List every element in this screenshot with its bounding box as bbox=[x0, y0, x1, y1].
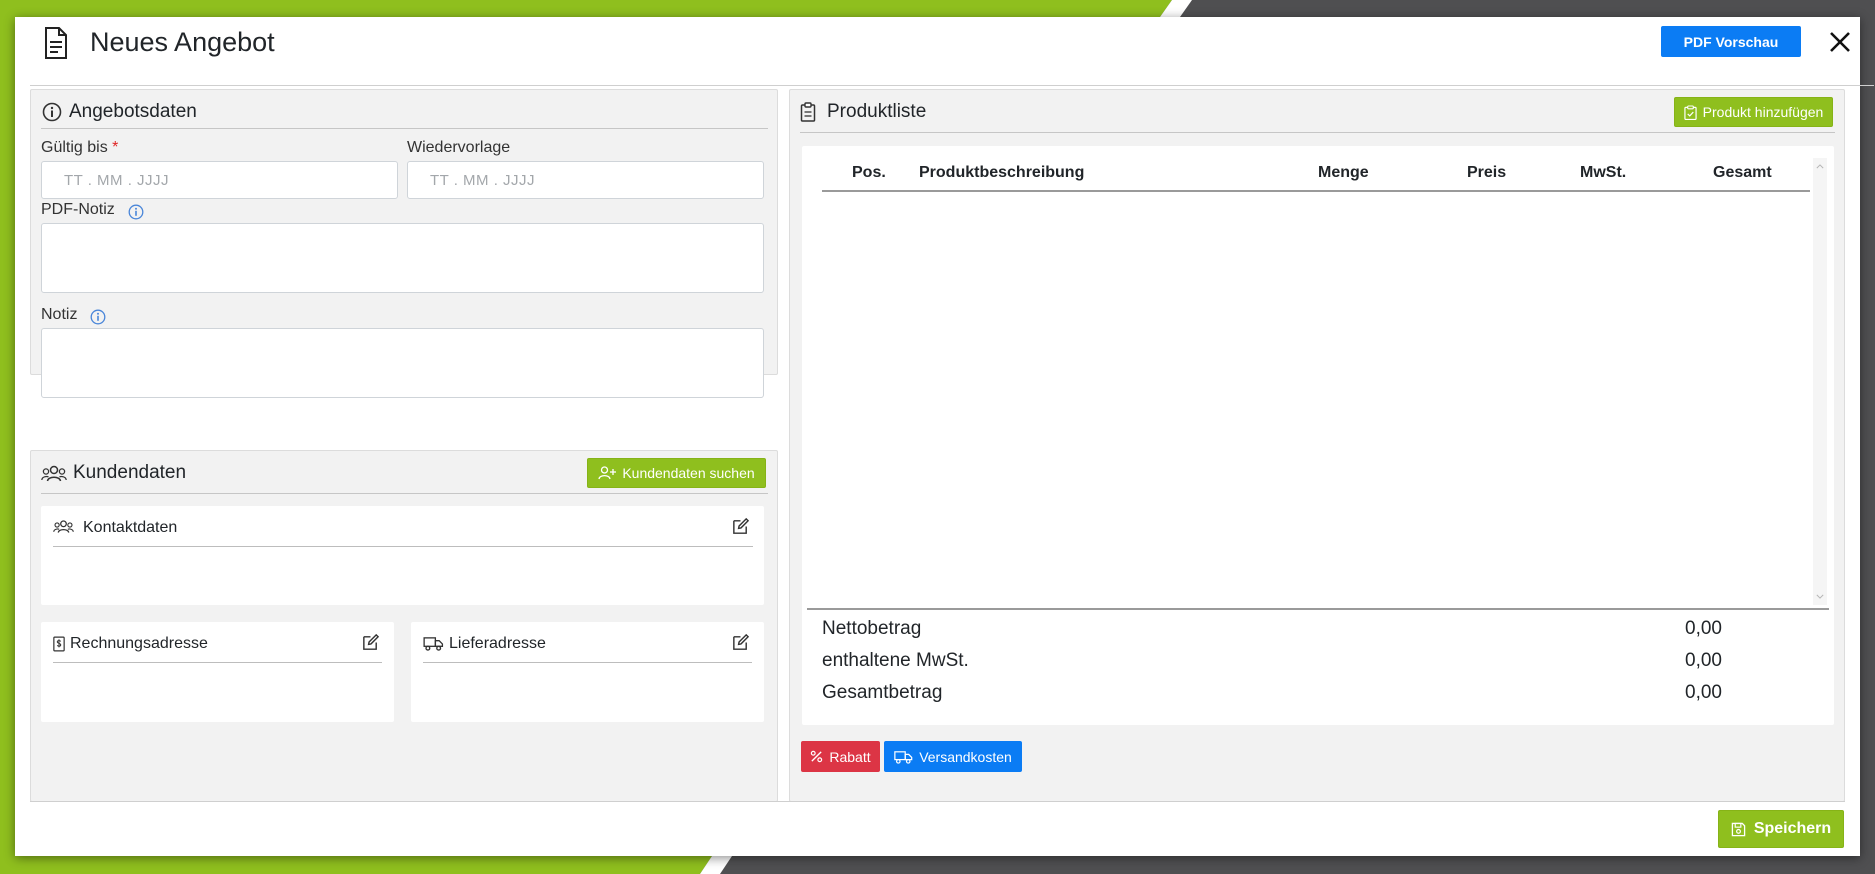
customer-data-panel: Kundendaten Kundendaten suchen Kontaktda… bbox=[30, 450, 778, 802]
column-header-description: Produktbeschreibung bbox=[919, 164, 1085, 181]
clipboard-icon bbox=[800, 102, 816, 122]
search-customer-label: Kundendaten suchen bbox=[622, 465, 755, 481]
column-header-price: Preis bbox=[1467, 164, 1507, 181]
discount-label: Rabatt bbox=[829, 748, 871, 765]
product-list-title: Produktliste bbox=[827, 101, 927, 122]
divider bbox=[53, 662, 382, 663]
vat-amount-value: 0,00 bbox=[1685, 650, 1722, 671]
footer-divider bbox=[30, 801, 1845, 802]
shipping-address-card: Lieferadresse bbox=[411, 622, 764, 722]
resubmission-label: Wiedervorlage bbox=[407, 139, 511, 156]
vat-amount-label: enthaltene MwSt. bbox=[822, 650, 969, 671]
billing-address-card: Rechnungsadresse bbox=[41, 622, 394, 722]
valid-until-label: Gültig bis * bbox=[41, 139, 119, 156]
divider bbox=[53, 546, 753, 547]
divider bbox=[41, 128, 768, 129]
users-icon bbox=[53, 520, 74, 533]
add-product-button[interactable]: Produkt hinzufügen bbox=[1674, 97, 1833, 127]
required-mark: * bbox=[112, 139, 119, 156]
edit-icon[interactable] bbox=[731, 517, 750, 536]
close-icon[interactable] bbox=[1825, 27, 1855, 57]
info-circle-icon bbox=[42, 102, 62, 122]
totals-divider bbox=[807, 608, 1829, 610]
column-header-vat: MwSt. bbox=[1580, 164, 1627, 181]
clipboard-check-icon bbox=[1683, 104, 1697, 120]
pdf-note-label: PDF-Notiz bbox=[41, 201, 115, 218]
user-plus-icon bbox=[598, 466, 617, 480]
scroll-up-icon[interactable] bbox=[1816, 164, 1824, 169]
edit-icon[interactable] bbox=[731, 633, 750, 652]
shipping-address-title: Lieferadresse bbox=[449, 635, 546, 652]
offer-data-title: Angebotsdaten bbox=[69, 101, 197, 122]
net-amount-value: 0,00 bbox=[1685, 618, 1722, 639]
column-header-pos: Pos. bbox=[852, 164, 886, 181]
modal-title: Neues Angebot bbox=[90, 27, 275, 57]
resubmission-input[interactable] bbox=[407, 161, 764, 199]
divider bbox=[41, 493, 768, 494]
valid-until-input[interactable] bbox=[41, 161, 398, 199]
offer-data-panel: Angebotsdaten Gültig bis * Wiedervorlage… bbox=[30, 89, 778, 398]
shipping-cost-button[interactable]: Versandkosten bbox=[884, 741, 1022, 772]
scroll-down-icon[interactable] bbox=[1816, 594, 1824, 599]
net-amount-label: Nettobetrag bbox=[822, 618, 922, 639]
product-table-body bbox=[822, 192, 1810, 587]
customer-data-title: Kundendaten bbox=[73, 462, 187, 483]
info-icon[interactable] bbox=[128, 204, 144, 220]
scrollbar[interactable] bbox=[1813, 158, 1827, 605]
truck-icon bbox=[894, 750, 913, 764]
modal-header: Neues Angebot PDF Vorschau bbox=[30, 17, 1874, 86]
column-header-quantity: Menge bbox=[1318, 164, 1369, 181]
contact-card: Kontaktdaten bbox=[41, 506, 764, 605]
percent-icon bbox=[811, 750, 823, 763]
divider bbox=[423, 662, 752, 663]
note-label: Notiz bbox=[41, 306, 78, 323]
info-icon[interactable] bbox=[90, 309, 106, 325]
users-icon bbox=[41, 465, 67, 482]
document-icon bbox=[45, 27, 67, 59]
shipping-cost-label: Versandkosten bbox=[919, 748, 1012, 765]
contact-title: Kontaktdaten bbox=[83, 519, 178, 536]
edit-icon[interactable] bbox=[361, 633, 380, 652]
note-textarea[interactable] bbox=[41, 328, 764, 398]
add-product-label: Produkt hinzufügen bbox=[1702, 104, 1824, 120]
billing-address-title: Rechnungsadresse bbox=[70, 635, 208, 652]
gross-amount-value: 0,00 bbox=[1685, 682, 1722, 703]
new-offer-modal: Neues Angebot PDF Vorschau Angebotsdaten… bbox=[15, 17, 1874, 856]
divider bbox=[800, 132, 1835, 133]
gross-amount-label: Gesamtbetrag bbox=[822, 682, 943, 703]
column-header-total: Gesamt bbox=[1713, 164, 1772, 181]
product-list-panel: Produktliste Produkt hinzufügen Pos. Pro… bbox=[789, 89, 1845, 802]
product-table-card: Pos. Produktbeschreibung Menge Preis MwS… bbox=[802, 146, 1834, 725]
invoice-icon bbox=[53, 636, 65, 652]
save-button[interactable]: Speichern bbox=[1718, 810, 1844, 848]
save-label: Speichern bbox=[1753, 820, 1832, 837]
search-customer-button[interactable]: Kundendaten suchen bbox=[587, 458, 766, 488]
pdf-note-textarea[interactable] bbox=[41, 223, 764, 293]
truck-icon bbox=[423, 637, 444, 651]
discount-button[interactable]: Rabatt bbox=[801, 741, 880, 772]
pdf-preview-button[interactable]: PDF Vorschau bbox=[1661, 26, 1801, 57]
save-icon bbox=[1731, 822, 1746, 836]
